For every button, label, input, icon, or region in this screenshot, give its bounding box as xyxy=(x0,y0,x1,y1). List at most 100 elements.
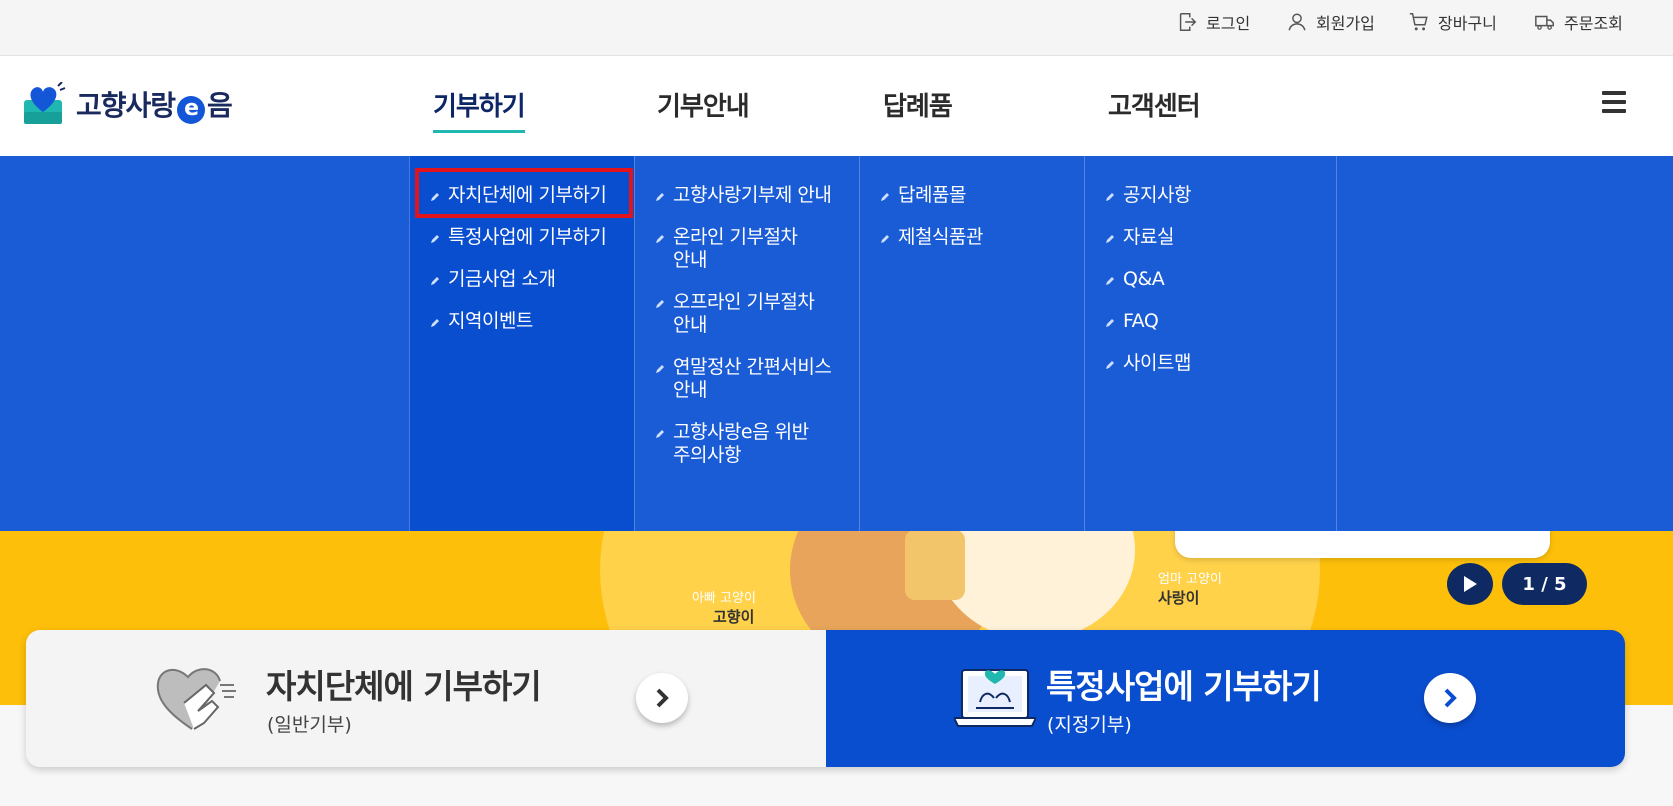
signup-label: 회원가입 xyxy=(1316,14,1375,33)
cart-label: 장바구니 xyxy=(1438,14,1497,33)
local-gov-card-title: 자치단체에 기부하기 xyxy=(266,667,542,706)
local-gov-card-subtitle: (일반기부) xyxy=(267,714,352,736)
bag-illustration xyxy=(905,530,965,600)
pencil-icon xyxy=(656,365,664,373)
pencil-icon xyxy=(656,300,664,308)
menu-column-guide: 고향사랑기부제 안내 온라인 기부절차 안내 오프라인 기부절차 안내 연말정산… xyxy=(634,156,859,531)
cart-icon xyxy=(1409,13,1428,31)
login-label: 로그인 xyxy=(1206,14,1251,33)
pencil-icon xyxy=(656,235,664,243)
pencil-icon xyxy=(1106,361,1114,369)
menu-item-label: 자료실 xyxy=(1123,226,1174,248)
chevron-right-icon xyxy=(1444,688,1457,708)
menu-item-label: 특정사업에 기부하기 xyxy=(448,226,607,248)
menu-item-label: 답례품몰 xyxy=(898,184,966,206)
pencil-icon xyxy=(1106,193,1114,201)
menu-item-offline-procedure[interactable]: 오프라인 기부절차 안내 xyxy=(655,291,830,337)
menu-item-label: 고향사랑기부제 안내 xyxy=(673,184,832,206)
logo-text: 고향사랑 e 음 xyxy=(76,84,233,124)
menu-item-online-procedure[interactable]: 온라인 기부절차 안내 xyxy=(655,226,810,272)
login-icon xyxy=(1179,13,1197,31)
chevron-right-icon xyxy=(656,688,669,708)
menu-item-seasonal-food[interactable]: 제철식품관 xyxy=(880,226,983,249)
pencil-icon xyxy=(431,277,439,285)
notice-card[interactable] xyxy=(1175,530,1550,558)
user-icon xyxy=(1288,13,1306,31)
hamburger-menu-icon[interactable] xyxy=(1602,91,1626,115)
signup-link[interactable]: 회원가입 xyxy=(1286,0,1375,44)
specific-project-card-subtitle: (지정기부) xyxy=(1047,714,1132,736)
menu-item-specific-project-donation[interactable]: 특정사업에 기부하기 xyxy=(430,226,607,249)
dad-cat-name: 고향이 xyxy=(713,608,755,626)
menu-item-gift-mall[interactable]: 답례품몰 xyxy=(880,184,966,207)
menu-item-label: 공지사항 xyxy=(1123,184,1191,206)
site-logo[interactable]: 고향사랑 e 음 xyxy=(24,82,233,126)
menu-item-label: 기금사업 소개 xyxy=(448,268,556,290)
mom-cat-label: 엄마 고양이 xyxy=(1158,572,1222,587)
menu-item-archive[interactable]: 자료실 xyxy=(1105,226,1174,249)
menu-item-tax-service[interactable]: 연말정산 간편서비스 안내 xyxy=(655,356,850,402)
gnb-donation-guide[interactable]: 기부안내 xyxy=(657,86,750,123)
cart-link[interactable]: 장바구니 xyxy=(1408,0,1497,44)
logo-text-e: e xyxy=(177,96,206,124)
menu-item-violation-notice[interactable]: 고향사랑e음 위반 주의사항 xyxy=(655,421,830,467)
menu-item-label: FAQ xyxy=(1123,310,1159,332)
local-gov-card-arrow-button[interactable] xyxy=(636,673,688,723)
menu-item-sitemap[interactable]: 사이트맵 xyxy=(1105,352,1191,375)
specific-project-card-title: 특정사업에 기부하기 xyxy=(1046,667,1322,706)
menu-column-donate: 자치단체에 기부하기 특정사업에 기부하기 기금사업 소개 지역이벤트 xyxy=(409,156,634,531)
menu-column-gifts: 답례품몰 제철식품관 xyxy=(859,156,1084,531)
logo-text-end: 음 xyxy=(207,89,233,122)
menu-item-label: 자치단체에 기부하기 xyxy=(448,184,607,206)
menu-item-label: 사이트맵 xyxy=(1123,352,1191,374)
menu-item-local-events[interactable]: 지역이벤트 xyxy=(430,310,533,333)
play-icon xyxy=(1464,576,1477,592)
menu-item-faq[interactable]: FAQ xyxy=(1105,310,1159,333)
menu-item-label: 지역이벤트 xyxy=(448,310,533,332)
menu-item-notices[interactable]: 공지사항 xyxy=(1105,184,1191,207)
pencil-icon xyxy=(431,193,439,201)
menu-item-label: Q&A xyxy=(1123,268,1165,290)
heart-mailbox-logo-icon xyxy=(24,82,66,124)
logo-text-main: 고향사랑 xyxy=(76,89,176,122)
menu-item-fund-project[interactable]: 기금사업 소개 xyxy=(430,268,556,291)
menu-column-customer-center: 공지사항 자료실 Q&A FAQ 사이트맵 xyxy=(1084,156,1337,531)
heart-hands-icon xyxy=(156,668,236,730)
pencil-icon xyxy=(656,430,664,438)
pencil-icon xyxy=(656,193,664,201)
pencil-icon xyxy=(881,235,889,243)
menu-item-label: 오프라인 기부절차 안내 xyxy=(673,291,815,336)
pencil-icon xyxy=(431,319,439,327)
pencil-icon xyxy=(881,193,889,201)
pencil-icon xyxy=(1106,277,1114,285)
login-link[interactable]: 로그인 xyxy=(1176,0,1250,44)
dad-cat-label: 아빠 고양이 xyxy=(692,591,756,606)
slide-pager: 1 / 5 xyxy=(1502,563,1587,605)
menu-item-label: 고향사랑e음 위반 주의사항 xyxy=(673,421,809,466)
local-gov-donation-card[interactable]: 자치단체에 기부하기 (일반기부) xyxy=(26,630,826,767)
utility-bar: 로그인 회원가입 장바구니 주문조회 xyxy=(0,0,1673,56)
menu-item-label: 온라인 기부절차 안내 xyxy=(673,226,798,271)
menu-item-qna[interactable]: Q&A xyxy=(1105,268,1165,291)
donation-cards: 자치단체에 기부하기 (일반기부) 특정사업에 기부하기 (지정기부) xyxy=(26,630,1625,767)
pencil-icon xyxy=(1106,235,1114,243)
laptop-donation-icon xyxy=(954,669,1036,727)
pencil-icon xyxy=(431,235,439,243)
menu-item-label: 연말정산 간편서비스 안내 xyxy=(673,356,832,401)
menu-item-system-guide[interactable]: 고향사랑기부제 안내 xyxy=(655,184,845,207)
pencil-icon xyxy=(1106,319,1114,327)
gnb-donate[interactable]: 기부하기 xyxy=(433,86,526,133)
specific-project-donation-card[interactable]: 특정사업에 기부하기 (지정기부) xyxy=(826,630,1625,767)
main-header: 고향사랑 e 음 기부하기 기부안내 답례품 고객센터 xyxy=(0,56,1673,156)
menu-item-label: 제철식품관 xyxy=(898,226,983,248)
play-button[interactable] xyxy=(1447,563,1493,605)
gnb-gifts[interactable]: 답례품 xyxy=(883,86,953,123)
specific-project-card-arrow-button[interactable] xyxy=(1424,673,1476,723)
menu-item-local-gov-donation[interactable]: 자치단체에 기부하기 xyxy=(430,184,607,207)
order-label: 주문조회 xyxy=(1564,14,1623,33)
truck-icon xyxy=(1535,15,1554,30)
mom-cat-name: 사랑이 xyxy=(1158,589,1200,607)
mega-menu: 자치단체에 기부하기 특정사업에 기부하기 기금사업 소개 지역이벤트 고향사랑… xyxy=(0,156,1673,531)
gnb-customer-center[interactable]: 고객센터 xyxy=(1108,86,1201,123)
order-lookup-link[interactable]: 주문조회 xyxy=(1534,0,1623,44)
